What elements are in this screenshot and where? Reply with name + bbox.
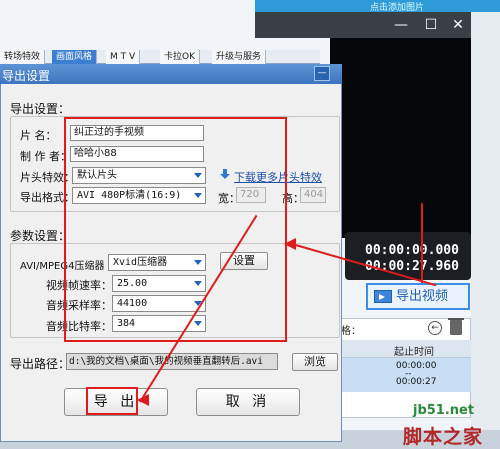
screenshot: 点击添加图片 — ☐ ✕ 转场特效 画面风格 M T V 卡拉OK 升级与服务 … xyxy=(0,0,500,449)
export-video-label: 导出视频 xyxy=(396,289,449,304)
height-input[interactable]: 404 xyxy=(300,187,326,203)
tab-transition-effects[interactable]: 转场特效 xyxy=(0,50,46,64)
tab-karaoke[interactable]: 卡拉OK xyxy=(160,50,200,64)
annotation-export-box xyxy=(86,387,138,415)
browse-button[interactable]: 浏览 xyxy=(292,353,338,371)
background-tab-bar: 转场特效 画面风格 M T V 卡拉OK 升级与服务 xyxy=(0,50,320,64)
dialog-title: 导出设置 xyxy=(2,69,51,83)
params-section-label: 参数设置： xyxy=(10,229,71,243)
list-item-end-time: 00:00:27 xyxy=(396,377,437,387)
close-window-icon[interactable]: ✕ xyxy=(449,16,467,34)
watermark-name: 脚本之家 xyxy=(403,426,484,448)
dialog-minimize-icon[interactable]: — xyxy=(314,66,330,81)
annotation-arrowhead-export xyxy=(137,394,149,406)
tab-picture-style[interactable]: 画面风格 xyxy=(52,50,98,64)
maximize-window-icon[interactable]: ☐ xyxy=(422,16,440,34)
background-right-panel xyxy=(471,12,500,430)
watermark-site: jb51.net xyxy=(413,403,475,418)
title-label: 片 名： xyxy=(20,129,57,142)
list-label: 格： xyxy=(341,326,361,337)
total-timecode: 00:00:27.960 xyxy=(365,259,459,274)
annotation-arrowhead-left xyxy=(284,238,296,250)
back-icon[interactable]: ← xyxy=(428,321,442,335)
dialog-titlebar[interactable] xyxy=(0,64,342,84)
trash-icon[interactable] xyxy=(448,318,464,335)
tab-mtv[interactable]: M T V xyxy=(106,50,141,64)
browse-label: 浏览 xyxy=(304,355,326,368)
cancel-button-label: 取 消 xyxy=(225,394,271,410)
column-start-end-time[interactable]: 起止时间 xyxy=(394,343,434,358)
export-path-input[interactable]: d:\我的文档\桌面\我的视频垂直翻转后.avi xyxy=(66,353,278,370)
minimize-window-icon[interactable]: — xyxy=(392,16,410,34)
annotation-vertical-line xyxy=(421,203,423,283)
video-preview xyxy=(330,38,471,238)
list-item-start-time: 00:00:00 xyxy=(396,361,437,371)
export-path-label: 导出路径： xyxy=(10,357,71,371)
current-timecode: 00:00:00.000 xyxy=(365,243,459,258)
export-settings-section-label: 导出设置： xyxy=(10,102,71,116)
annotation-settings-box xyxy=(64,117,287,342)
tab-upgrade-service[interactable]: 升级与服务 xyxy=(212,50,267,64)
film-icon xyxy=(374,290,392,303)
cancel-button[interactable]: 取 消 xyxy=(196,388,300,416)
